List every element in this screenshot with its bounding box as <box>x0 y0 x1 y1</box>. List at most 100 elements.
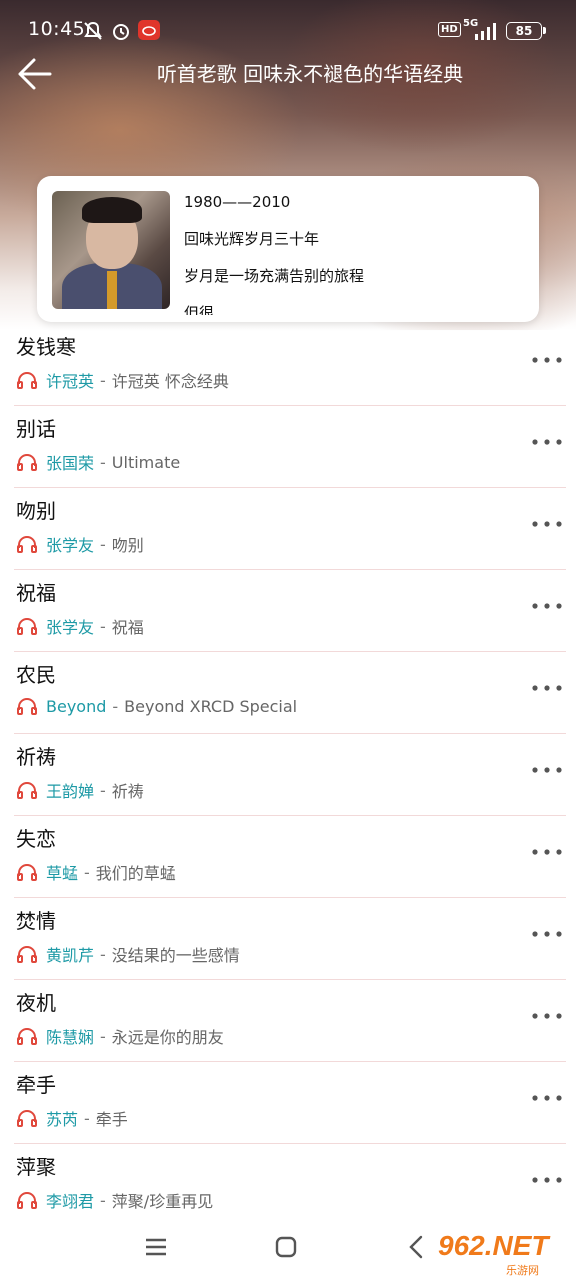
album-name: 萍聚/珍重再见 <box>111 1192 214 1211</box>
more-options-icon[interactable] <box>530 1007 564 1025</box>
watermark: 962.NET 乐游网 <box>438 1230 570 1277</box>
album-name: 牵手 <box>95 1110 128 1129</box>
back-arrow-icon[interactable] <box>14 54 54 94</box>
description-line: 1980——2010 <box>184 193 291 211</box>
song-title: 吻别 <box>16 499 56 523</box>
alarm-icon <box>113 24 129 40</box>
album-name: Beyond XRCD Special <box>124 696 298 716</box>
artist-name[interactable]: 张学友 <box>46 614 94 638</box>
more-options-icon[interactable] <box>530 925 564 943</box>
album-name: 吻别 <box>111 536 144 555</box>
song-row[interactable]: 别话 张国荣 - Ultimate <box>0 407 576 489</box>
artist-name[interactable]: 黄凯芹 <box>46 942 94 966</box>
artist-name[interactable]: 苏芮 <box>46 1106 78 1130</box>
meta-separator: - <box>100 944 106 964</box>
meta-separator: - <box>100 616 106 636</box>
meta-separator: - <box>100 452 106 472</box>
album-name: 我们的草蜢 <box>95 864 176 883</box>
row-divider <box>14 897 566 898</box>
more-options-icon[interactable] <box>530 1089 564 1107</box>
mute-icon <box>84 21 102 40</box>
meta-separator: - <box>84 1108 90 1128</box>
menu-icon[interactable] <box>141 1232 171 1262</box>
row-divider <box>14 815 566 816</box>
row-divider <box>14 487 566 488</box>
song-row[interactable]: 夜机 陈慧娴 - 永远是你的朋友 <box>0 981 576 1063</box>
watermark-main: 962.NET <box>438 1230 549 1261</box>
row-divider <box>14 1061 566 1062</box>
artist-name[interactable]: 陈慧娴 <box>46 1024 94 1048</box>
headphone-icon <box>17 946 37 963</box>
battery-level: 85 <box>506 22 542 40</box>
meta-separator: - <box>100 534 106 554</box>
row-divider <box>14 1143 566 1144</box>
more-options-icon[interactable] <box>530 351 564 369</box>
more-options-icon[interactable] <box>530 597 564 615</box>
meta-separator: - <box>112 696 119 716</box>
song-row[interactable]: 焚情 黄凯芹 - 没结果的一些感情 <box>0 899 576 981</box>
artist-name[interactable]: Beyond <box>46 697 106 716</box>
song-row[interactable]: 吻别 张学友 - 吻别 <box>0 489 576 571</box>
playlist-description: 1980——2010 回味光辉岁月三十年 岁月是一场充满告别的旅程 但很 <box>184 192 529 315</box>
back-icon[interactable] <box>402 1232 432 1262</box>
headphone-icon <box>17 536 37 553</box>
song-meta: 陈慧娴 - 永远是你的朋友 <box>16 1024 224 1048</box>
headphone-icon <box>17 454 37 471</box>
song-meta: Beyond - Beyond XRCD Special <box>16 696 297 716</box>
meta-separator: - <box>100 780 106 800</box>
artist-name[interactable]: 张国荣 <box>46 450 94 474</box>
page-title: 听首老歌 回味永不褪色的华语经典 <box>156 62 464 86</box>
more-options-icon[interactable] <box>530 679 564 697</box>
artist-name[interactable]: 许冠英 <box>46 368 94 392</box>
battery-icon <box>543 27 546 34</box>
description-line: 但很 <box>184 304 215 315</box>
song-title: 农民 <box>16 663 56 687</box>
song-meta: 张国荣 - Ultimate <box>16 450 180 474</box>
headphone-icon <box>17 1028 37 1045</box>
album-name: 永远是你的朋友 <box>111 1028 224 1047</box>
song-row[interactable]: 失恋 草蜢 - 我们的草蜢 <box>0 817 576 899</box>
playlist-info-card[interactable]: 1980——2010 回味光辉岁月三十年 岁月是一场充满告别的旅程 但很 <box>37 176 539 322</box>
album-name: 没结果的一些感情 <box>111 946 240 965</box>
home-icon[interactable] <box>271 1232 301 1262</box>
meta-separator: - <box>100 1190 106 1210</box>
meta-separator: - <box>84 862 90 882</box>
artist-name[interactable]: 草蜢 <box>46 860 78 884</box>
more-options-icon[interactable] <box>530 761 564 779</box>
song-meta: 张学友 - 吻别 <box>16 532 144 556</box>
playlist-cover <box>52 191 170 309</box>
more-options-icon[interactable] <box>530 1171 564 1189</box>
more-options-icon[interactable] <box>530 433 564 451</box>
song-title: 焚情 <box>16 909 56 933</box>
status-bar: 10:45 HD 5G 85 <box>0 0 576 60</box>
headphone-icon <box>17 782 37 799</box>
song-title: 牵手 <box>16 1073 56 1097</box>
description-line: 岁月是一场充满告别的旅程 <box>184 267 365 285</box>
song-title: 祈祷 <box>16 745 56 769</box>
hd-badge: HD <box>438 22 461 37</box>
song-list: 发钱寒 许冠英 - 许冠英 怀念经典 别话 张国荣 - Ultimate 吻别 … <box>0 325 576 1227</box>
more-options-icon[interactable] <box>530 843 564 861</box>
description-line: 回味光辉岁月三十年 <box>184 230 320 248</box>
more-options-icon[interactable] <box>530 515 564 533</box>
song-title: 失恋 <box>16 827 56 851</box>
headphone-icon <box>17 372 37 389</box>
song-row[interactable]: 祈祷 王韵婵 - 祈祷 <box>0 735 576 817</box>
row-divider <box>14 979 566 980</box>
artist-name[interactable]: 李翊君 <box>46 1188 94 1212</box>
song-row[interactable]: 发钱寒 许冠英 - 许冠英 怀念经典 <box>0 325 576 407</box>
row-divider <box>14 651 566 652</box>
album-name: Ultimate <box>111 452 181 472</box>
song-row[interactable]: 牵手 苏芮 - 牵手 <box>0 1063 576 1145</box>
watermark-sub: 乐游网 <box>506 1264 539 1277</box>
artist-name[interactable]: 王韵婵 <box>46 778 94 802</box>
artist-name[interactable]: 张学友 <box>46 532 94 556</box>
album-name: 祈祷 <box>111 782 144 801</box>
row-divider <box>14 405 566 406</box>
meta-separator: - <box>100 370 106 390</box>
song-row[interactable]: 农民 Beyond - Beyond XRCD Special <box>0 653 576 735</box>
clock: 10:45 <box>28 18 86 40</box>
headphone-icon <box>17 864 37 881</box>
song-row[interactable]: 祝福 张学友 - 祝福 <box>0 571 576 653</box>
song-title: 别话 <box>16 417 56 441</box>
